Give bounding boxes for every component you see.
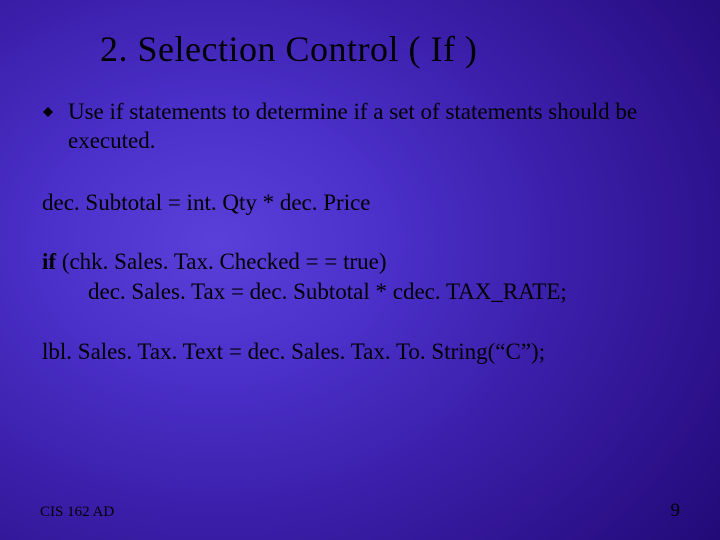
- code-line: if (chk. Sales. Tax. Checked = = true): [42, 247, 680, 277]
- bullet-text: Use if statements to determine if a set …: [68, 98, 680, 156]
- footer-course: CIS 162 AD: [40, 504, 114, 521]
- code-block-2: if (chk. Sales. Tax. Checked = = true) d…: [40, 247, 680, 307]
- code-line: dec. Subtotal = int. Qty * dec. Price: [42, 188, 680, 218]
- slide: 2. Selection Control ( If ) Use if state…: [0, 0, 720, 540]
- keyword-if: if: [42, 249, 56, 274]
- code-line: dec. Sales. Tax = dec. Subtotal * cdec. …: [42, 277, 680, 307]
- slide-footer: CIS 162 AD 9: [40, 500, 680, 522]
- bullet-item: Use if statements to determine if a set …: [40, 98, 680, 156]
- code-block-1: dec. Subtotal = int. Qty * dec. Price: [40, 188, 680, 218]
- slide-number: 9: [671, 500, 681, 522]
- slide-title: 2. Selection Control ( If ): [100, 28, 680, 70]
- code-line: lbl. Sales. Tax. Text = dec. Sales. Tax.…: [42, 337, 680, 367]
- code-block-3: lbl. Sales. Tax. Text = dec. Sales. Tax.…: [40, 337, 680, 367]
- code-text: (chk. Sales. Tax. Checked = = true): [56, 249, 386, 274]
- diamond-bullet-icon: [42, 105, 54, 123]
